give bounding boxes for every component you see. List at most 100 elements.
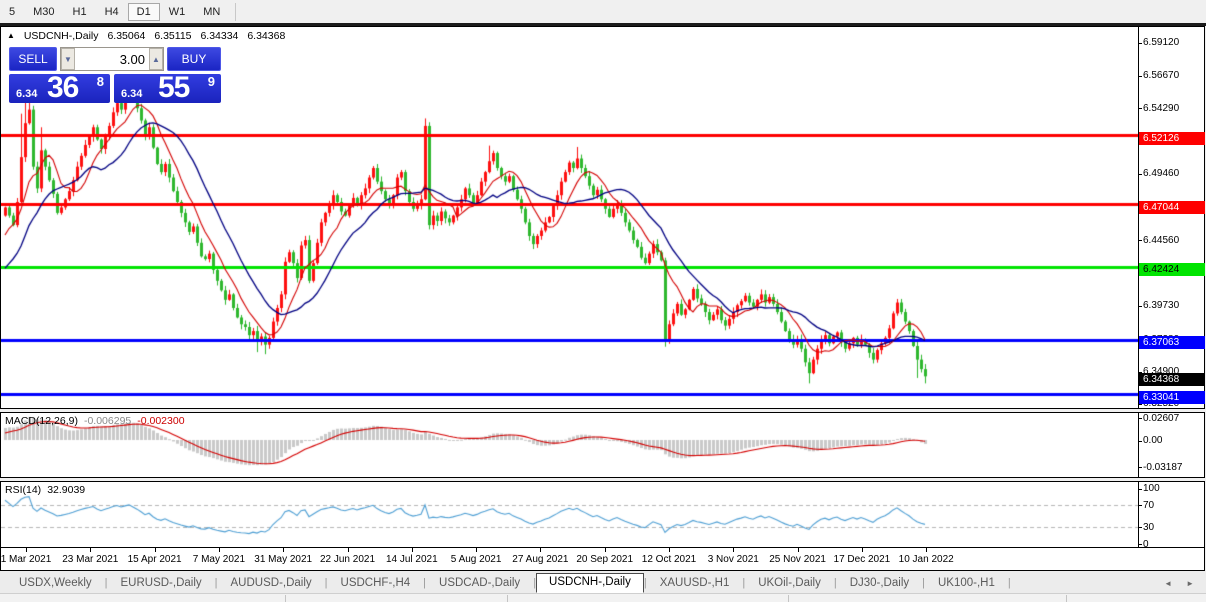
- timeframe-button-h4[interactable]: H4: [96, 4, 128, 20]
- price-tick-mark: [1138, 305, 1142, 307]
- price-chart-panel: ▲ USDCNH-,Daily 6.35064 6.35115 6.34334 …: [0, 26, 1205, 409]
- date-tick-mark: [797, 548, 799, 552]
- chart-tab-uk100h1[interactable]: UK100-,H1: [925, 574, 1008, 593]
- buy-price-small: 6.34: [121, 88, 143, 100]
- price-tick-mark: [1138, 108, 1142, 110]
- timeframe-toolbar: 5 M30 H1 H4 D1 W1 MN: [0, 0, 1206, 23]
- price-tick-mark: [1138, 173, 1142, 175]
- timeframe-button-w1[interactable]: W1: [160, 4, 195, 20]
- rsi-header: RSI(14) 32.9039: [5, 484, 85, 496]
- date-axis: 1 Mar 2021 23 Mar 2021 15 Apr 2021 7 May 20…: [0, 548, 1205, 571]
- rsi-tick-label: 100: [1143, 483, 1160, 495]
- chart-tab-ukoildaily[interactable]: UKOil-,Daily: [745, 574, 834, 593]
- macd-label: MACD(12,26,9): [5, 415, 78, 427]
- date-tick-mark: [347, 548, 349, 552]
- ohlc-open: 6.35064: [107, 30, 146, 42]
- buy-button[interactable]: BUY: [167, 47, 221, 71]
- rsi-label: RSI(14): [5, 484, 42, 496]
- toolbar-separator: [235, 2, 237, 21]
- sell-price-display[interactable]: 6.34 36 8: [9, 71, 110, 104]
- chart-tab-eurusddaily[interactable]: EURUSD-,Daily: [108, 574, 215, 593]
- date-tick-mark: [90, 548, 92, 552]
- chart-tab-usdcaddaily[interactable]: USDCAD-,Daily: [426, 574, 533, 593]
- status-divider: [1066, 595, 1067, 602]
- date-tick-label: 15 Apr 2021: [127, 554, 182, 565]
- price-tick-label: 6.44560: [1143, 234, 1180, 246]
- chart-tab-dj30daily[interactable]: DJ30-,Daily: [837, 574, 922, 593]
- sell-price-sup: 8: [96, 74, 104, 89]
- timeframe-button-h1[interactable]: H1: [64, 4, 96, 20]
- date-tick-mark: [669, 548, 670, 552]
- ohlc-close: 6.34368: [247, 30, 286, 42]
- sell-button[interactable]: SELL: [9, 47, 57, 71]
- sell-price-small: 6.34: [16, 88, 38, 100]
- volume-increase-button[interactable]: ▲: [149, 48, 163, 70]
- price-tick-label: 6.59120: [1143, 37, 1180, 49]
- rsi-tick-label: 70: [1143, 499, 1155, 511]
- macd-tick-mark: [1138, 418, 1142, 420]
- macd-tick-mark: [1138, 467, 1142, 469]
- chart-tab-usdcnhdaily[interactable]: USDCNH-,Daily: [536, 573, 644, 593]
- rsi-tick-mark: [1138, 544, 1142, 545]
- date-tick-label: 31 May 2021: [254, 554, 313, 565]
- timeframe-button-m30[interactable]: M30: [24, 4, 63, 20]
- date-tick-label: 7 May 2021: [192, 554, 246, 565]
- date-tick-mark: [540, 548, 542, 552]
- date-tick-label: 10 Jan 2022: [898, 554, 954, 565]
- volume-input[interactable]: [75, 48, 149, 70]
- tab-scroll-left-icon[interactable]: ◄: [1164, 579, 1172, 588]
- date-tick-label: 14 Jul 2021: [385, 554, 438, 565]
- rsi-tick-label: 30: [1143, 521, 1155, 533]
- date-tick-mark: [604, 548, 606, 552]
- date-tick-label: 3 Nov 2021: [707, 554, 759, 565]
- price-tick-mark: [1138, 42, 1142, 44]
- status-strip: [0, 593, 1206, 602]
- mt4-application-window: 5 M30 H1 H4 D1 W1 MN ▲ USDCNH-,Daily 6.35064 6…: [0, 0, 1206, 602]
- date-tick-mark: [476, 548, 478, 552]
- date-tick-mark: [154, 548, 156, 552]
- macd-tick-label: 0.00: [1143, 435, 1163, 446]
- status-divider: [507, 595, 508, 602]
- macd-tick-mark: [1138, 440, 1142, 442]
- buy-price-display[interactable]: 6.34 55 9: [114, 71, 221, 104]
- macd-main-value: -0.006295: [83, 415, 132, 427]
- level-price-label: 6.47044: [1139, 200, 1205, 214]
- date-tick-label: 27 Aug 2021: [512, 554, 569, 565]
- price-tick-label: 6.49460: [1143, 168, 1180, 180]
- timeframe-button-5[interactable]: 5: [0, 4, 24, 20]
- buy-price-big: 55: [158, 71, 190, 104]
- date-tick-mark: [733, 548, 735, 552]
- date-tick-label: 22 Jun 2021: [319, 554, 376, 565]
- date-tick-mark: [411, 548, 413, 552]
- volume-decrease-button[interactable]: ▼: [61, 48, 75, 70]
- chart-symbol-timeframe: USDCNH-,Daily: [23, 30, 99, 42]
- timeframe-button-d1[interactable]: D1: [127, 2, 160, 21]
- ohlc-low: 6.34334: [200, 30, 239, 42]
- rsi-tick-mark: [1138, 505, 1142, 507]
- date-tick-label: 23 Mar 2021: [62, 554, 119, 565]
- chart-tab-xauusdh1[interactable]: XAUUSD-,H1: [647, 574, 743, 593]
- price-tick-mark: [1138, 240, 1142, 242]
- chart-tab-usdchfh4[interactable]: USDCHF-,H4: [328, 574, 424, 593]
- date-tick-mark: [926, 548, 928, 552]
- date-tick-mark: [26, 548, 27, 552]
- one-click-trading-panel: SELL ▼ ▲ BUY 6.34 36 8 6.34 55 9: [9, 47, 221, 104]
- chart-tab-bar: USDX,Weekly | EURUSD-,Daily | AUDUSD-,Daily |…: [0, 571, 1206, 593]
- timeframe-button-mn[interactable]: MN: [194, 4, 229, 20]
- price-tick-mark: [1138, 403, 1142, 405]
- chart-tab-audusddaily[interactable]: AUDUSD-,Daily: [218, 574, 325, 593]
- chart-tab-usdxweekly[interactable]: USDX,Weekly: [6, 574, 105, 593]
- level-price-label: 6.37063: [1139, 336, 1205, 350]
- rsi-tick-mark: [1138, 488, 1142, 490]
- rsi-canvas[interactable]: [1, 482, 1138, 547]
- chart-ohlc-header: ▲ USDCNH-,Daily 6.35064 6.35115 6.34334 …: [7, 30, 285, 42]
- buy-price-sup: 9: [207, 74, 215, 89]
- level-price-label: 6.42424: [1139, 263, 1205, 277]
- macd-panel: MACD(12,26,9) -0.006295 -0.002300 0.02607 0…: [0, 412, 1205, 478]
- collapse-triangle-icon[interactable]: ▲: [7, 31, 15, 40]
- rsi-panel: RSI(14) 32.9039 100 70 30 0: [0, 481, 1205, 550]
- tab-scroll-right-icon[interactable]: ►: [1186, 579, 1194, 588]
- date-tick-mark: [283, 548, 285, 552]
- sell-price-big: 36: [47, 71, 79, 104]
- date-tick-label: 17 Dec 2021: [833, 554, 891, 565]
